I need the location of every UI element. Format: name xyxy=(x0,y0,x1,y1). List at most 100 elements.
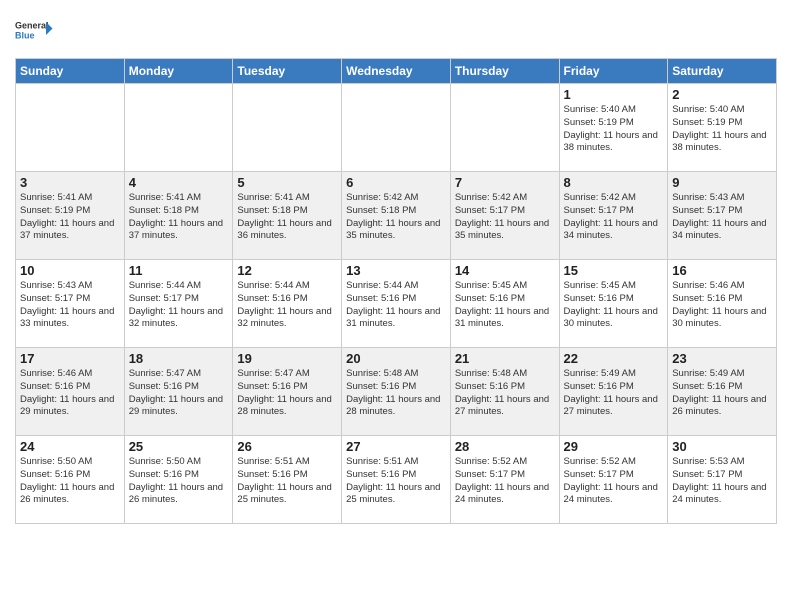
calendar-cell: 21 Sunrise: 5:48 AM Sunset: 5:16 PM Dayl… xyxy=(450,348,559,436)
calendar-cell xyxy=(124,84,233,172)
sunrise-text: Sunrise: 5:42 AM xyxy=(346,192,418,203)
day-info: Sunrise: 5:44 AM Sunset: 5:16 PM Dayligh… xyxy=(346,280,446,331)
sunset-text: Sunset: 5:16 PM xyxy=(237,293,307,304)
day-info: Sunrise: 5:42 AM Sunset: 5:18 PM Dayligh… xyxy=(346,192,446,243)
day-number: 12 xyxy=(237,263,337,278)
daylight-text: Daylight: 11 hours and 27 minutes. xyxy=(455,394,549,418)
weekday-header-saturday: Saturday xyxy=(668,59,777,84)
day-number: 30 xyxy=(672,439,772,454)
calendar-cell: 7 Sunrise: 5:42 AM Sunset: 5:17 PM Dayli… xyxy=(450,172,559,260)
calendar-cell: 26 Sunrise: 5:51 AM Sunset: 5:16 PM Dayl… xyxy=(233,436,342,524)
daylight-text: Daylight: 11 hours and 31 minutes. xyxy=(455,306,549,330)
day-number: 18 xyxy=(129,351,229,366)
calendar-week-row: 1 Sunrise: 5:40 AM Sunset: 5:19 PM Dayli… xyxy=(16,84,777,172)
sunset-text: Sunset: 5:16 PM xyxy=(346,469,416,480)
day-number: 25 xyxy=(129,439,229,454)
day-number: 11 xyxy=(129,263,229,278)
sunset-text: Sunset: 5:17 PM xyxy=(672,205,742,216)
daylight-text: Daylight: 11 hours and 27 minutes. xyxy=(564,394,658,418)
sunset-text: Sunset: 5:19 PM xyxy=(564,117,634,128)
sunset-text: Sunset: 5:16 PM xyxy=(129,381,199,392)
daylight-text: Daylight: 11 hours and 30 minutes. xyxy=(564,306,658,330)
day-info: Sunrise: 5:49 AM Sunset: 5:16 PM Dayligh… xyxy=(564,368,664,419)
day-number: 21 xyxy=(455,351,555,366)
daylight-text: Daylight: 11 hours and 34 minutes. xyxy=(672,218,766,242)
daylight-text: Daylight: 11 hours and 24 minutes. xyxy=(672,482,766,506)
calendar-cell: 10 Sunrise: 5:43 AM Sunset: 5:17 PM Dayl… xyxy=(16,260,125,348)
sunrise-text: Sunrise: 5:48 AM xyxy=(346,368,418,379)
calendar-cell: 24 Sunrise: 5:50 AM Sunset: 5:16 PM Dayl… xyxy=(16,436,125,524)
day-info: Sunrise: 5:48 AM Sunset: 5:16 PM Dayligh… xyxy=(455,368,555,419)
day-number: 8 xyxy=(564,175,664,190)
sunset-text: Sunset: 5:19 PM xyxy=(672,117,742,128)
svg-text:Blue: Blue xyxy=(15,31,35,41)
calendar-cell xyxy=(342,84,451,172)
sunrise-text: Sunrise: 5:52 AM xyxy=(455,456,527,467)
calendar-cell: 12 Sunrise: 5:44 AM Sunset: 5:16 PM Dayl… xyxy=(233,260,342,348)
sunset-text: Sunset: 5:16 PM xyxy=(20,381,90,392)
calendar-cell: 8 Sunrise: 5:42 AM Sunset: 5:17 PM Dayli… xyxy=(559,172,668,260)
sunset-text: Sunset: 5:16 PM xyxy=(455,293,525,304)
sunset-text: Sunset: 5:18 PM xyxy=(346,205,416,216)
sunrise-text: Sunrise: 5:49 AM xyxy=(672,368,744,379)
day-number: 27 xyxy=(346,439,446,454)
day-number: 20 xyxy=(346,351,446,366)
sunset-text: Sunset: 5:19 PM xyxy=(20,205,90,216)
sunrise-text: Sunrise: 5:41 AM xyxy=(20,192,92,203)
day-info: Sunrise: 5:49 AM Sunset: 5:16 PM Dayligh… xyxy=(672,368,772,419)
sunset-text: Sunset: 5:16 PM xyxy=(672,293,742,304)
day-info: Sunrise: 5:41 AM Sunset: 5:18 PM Dayligh… xyxy=(237,192,337,243)
daylight-text: Daylight: 11 hours and 29 minutes. xyxy=(20,394,114,418)
sunrise-text: Sunrise: 5:50 AM xyxy=(20,456,92,467)
day-info: Sunrise: 5:41 AM Sunset: 5:18 PM Dayligh… xyxy=(129,192,229,243)
calendar-cell: 20 Sunrise: 5:48 AM Sunset: 5:16 PM Dayl… xyxy=(342,348,451,436)
calendar-cell: 9 Sunrise: 5:43 AM Sunset: 5:17 PM Dayli… xyxy=(668,172,777,260)
sunrise-text: Sunrise: 5:50 AM xyxy=(129,456,201,467)
daylight-text: Daylight: 11 hours and 30 minutes. xyxy=(672,306,766,330)
day-number: 29 xyxy=(564,439,664,454)
calendar-cell: 16 Sunrise: 5:46 AM Sunset: 5:16 PM Dayl… xyxy=(668,260,777,348)
weekday-header-sunday: Sunday xyxy=(16,59,125,84)
calendar-cell: 23 Sunrise: 5:49 AM Sunset: 5:16 PM Dayl… xyxy=(668,348,777,436)
sunset-text: Sunset: 5:17 PM xyxy=(455,205,525,216)
daylight-text: Daylight: 11 hours and 34 minutes. xyxy=(564,218,658,242)
day-info: Sunrise: 5:47 AM Sunset: 5:16 PM Dayligh… xyxy=(129,368,229,419)
daylight-text: Daylight: 11 hours and 31 minutes. xyxy=(346,306,440,330)
calendar-cell: 18 Sunrise: 5:47 AM Sunset: 5:16 PM Dayl… xyxy=(124,348,233,436)
sunrise-text: Sunrise: 5:44 AM xyxy=(129,280,201,291)
day-number: 24 xyxy=(20,439,120,454)
day-number: 1 xyxy=(564,87,664,102)
sunrise-text: Sunrise: 5:47 AM xyxy=(237,368,309,379)
daylight-text: Daylight: 11 hours and 33 minutes. xyxy=(20,306,114,330)
day-info: Sunrise: 5:44 AM Sunset: 5:17 PM Dayligh… xyxy=(129,280,229,331)
calendar-cell: 4 Sunrise: 5:41 AM Sunset: 5:18 PM Dayli… xyxy=(124,172,233,260)
weekday-header-monday: Monday xyxy=(124,59,233,84)
calendar-cell: 28 Sunrise: 5:52 AM Sunset: 5:17 PM Dayl… xyxy=(450,436,559,524)
logo-icon: GeneralBlue xyxy=(15,10,55,50)
sunset-text: Sunset: 5:16 PM xyxy=(564,381,634,392)
calendar-cell xyxy=(450,84,559,172)
day-number: 23 xyxy=(672,351,772,366)
sunrise-text: Sunrise: 5:42 AM xyxy=(455,192,527,203)
sunrise-text: Sunrise: 5:51 AM xyxy=(237,456,309,467)
daylight-text: Daylight: 11 hours and 36 minutes. xyxy=(237,218,331,242)
sunset-text: Sunset: 5:17 PM xyxy=(564,469,634,480)
day-info: Sunrise: 5:50 AM Sunset: 5:16 PM Dayligh… xyxy=(129,456,229,507)
day-info: Sunrise: 5:40 AM Sunset: 5:19 PM Dayligh… xyxy=(672,104,772,155)
calendar-cell: 6 Sunrise: 5:42 AM Sunset: 5:18 PM Dayli… xyxy=(342,172,451,260)
calendar-cell: 13 Sunrise: 5:44 AM Sunset: 5:16 PM Dayl… xyxy=(342,260,451,348)
day-number: 19 xyxy=(237,351,337,366)
sunrise-text: Sunrise: 5:40 AM xyxy=(672,104,744,115)
calendar-week-row: 24 Sunrise: 5:50 AM Sunset: 5:16 PM Dayl… xyxy=(16,436,777,524)
day-number: 17 xyxy=(20,351,120,366)
sunset-text: Sunset: 5:16 PM xyxy=(346,293,416,304)
day-number: 3 xyxy=(20,175,120,190)
daylight-text: Daylight: 11 hours and 24 minutes. xyxy=(564,482,658,506)
day-info: Sunrise: 5:51 AM Sunset: 5:16 PM Dayligh… xyxy=(237,456,337,507)
day-info: Sunrise: 5:45 AM Sunset: 5:16 PM Dayligh… xyxy=(455,280,555,331)
day-info: Sunrise: 5:48 AM Sunset: 5:16 PM Dayligh… xyxy=(346,368,446,419)
sunrise-text: Sunrise: 5:48 AM xyxy=(455,368,527,379)
calendar-cell: 1 Sunrise: 5:40 AM Sunset: 5:19 PM Dayli… xyxy=(559,84,668,172)
header: GeneralBlue xyxy=(15,10,777,50)
daylight-text: Daylight: 11 hours and 26 minutes. xyxy=(20,482,114,506)
